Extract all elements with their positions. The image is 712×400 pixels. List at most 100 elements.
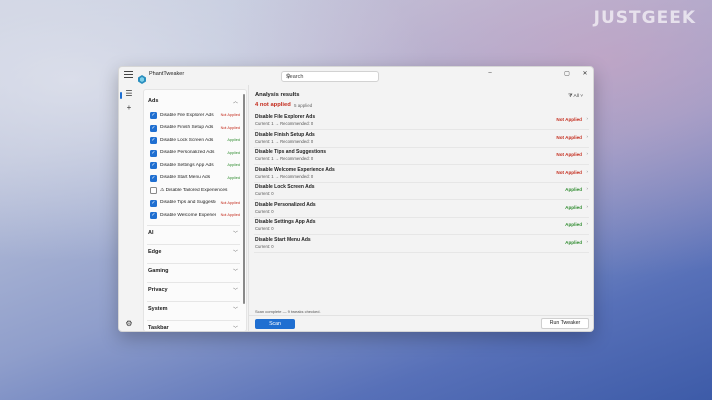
result-row[interactable]: Disable Personalized Ads Current: 0 Appl… (254, 201, 589, 218)
chevron-right-icon[interactable]: › (586, 187, 588, 192)
status-badge: Applied (565, 204, 582, 210)
tweak-item[interactable]: ✓ Disable Settings App Ads Applied (150, 161, 240, 171)
chevron-right-icon[interactable]: › (586, 222, 588, 227)
result-detail: Current: 1 → Recommended: 0 (255, 121, 314, 126)
status-badge: Applied (227, 175, 240, 180)
tweak-item[interactable]: ✓ Disable Tips and Suggestions Not Appli… (150, 199, 240, 209)
add-icon[interactable]: + (124, 103, 134, 113)
checkbox-checked[interactable]: ✓ (150, 212, 157, 219)
watermark-logo: JUSTGEEK (593, 8, 696, 28)
chevron-down-icon[interactable]: ﹀ (233, 325, 238, 331)
app-window: PhantTweaker Search ⚲ – ▢ ✕ ☰ + ⚙ Ads ︿ … (118, 66, 594, 332)
chevron-down-icon[interactable]: ﹀ (233, 230, 238, 237)
result-title: Disable Tips and Suggestions (255, 149, 327, 155)
result-detail: Current: 1 → Recommended: 0 (255, 138, 314, 144)
tweak-label: Disable Start Menu Ads (160, 175, 211, 180)
checkbox-checked[interactable]: ✓ (150, 137, 157, 144)
result-title: Disable Welcome Experience Ads (255, 166, 335, 173)
status-badge: Not Applied (220, 125, 240, 130)
tweak-item[interactable]: ⚠ Disable Tailored Experiences (150, 186, 240, 196)
status-badge: Not Applied (556, 134, 582, 140)
divider (147, 244, 240, 245)
tweak-label: Disable Welcome Experience Ads (160, 212, 216, 218)
chevron-up-icon[interactable]: ︿ (233, 98, 238, 105)
checkbox-unchecked[interactable] (150, 187, 157, 194)
status-badge: Not Applied (556, 152, 582, 157)
result-row[interactable]: Disable Lock Screen Ads Current: 0 Appli… (254, 183, 589, 200)
divider (147, 282, 240, 283)
filter-dropdown[interactable]: ⧩ All ˅ (568, 93, 583, 99)
result-row[interactable]: Disable Tips and Suggestions Current: 1 … (254, 148, 589, 165)
search-input[interactable]: Search ⚲ (281, 71, 379, 82)
checkbox-checked[interactable]: ✓ (150, 124, 157, 132)
tweak-item[interactable]: ✓ Disable Lock Screen Ads Applied (150, 136, 240, 146)
menu-icon[interactable] (124, 71, 133, 80)
chevron-right-icon[interactable]: › (586, 170, 588, 175)
checkbox-checked[interactable]: ✓ (150, 112, 157, 119)
status-badge: Applied (565, 187, 582, 192)
category-ads[interactable]: Ads (148, 98, 158, 104)
chevron-right-icon[interactable]: › (586, 135, 588, 140)
sidebar-scrollbar[interactable] (243, 94, 245, 304)
tweak-item[interactable]: ✓ Disable Start Menu Ads Applied (150, 174, 240, 184)
category-privacy[interactable]: Privacy (148, 287, 168, 293)
checkbox-checked[interactable]: ✓ (150, 174, 157, 182)
tweak-item[interactable]: ✓ Disable Personalized Ads Applied (150, 149, 240, 159)
status-badge: Applied (565, 239, 582, 245)
chevron-right-icon[interactable]: › (586, 117, 588, 122)
result-row[interactable]: Disable Settings App Ads Current: 0 Appl… (254, 218, 589, 235)
checkbox-checked[interactable]: ✓ (150, 149, 157, 157)
divider (147, 225, 240, 226)
chevron-down-icon[interactable]: ﹀ (233, 287, 238, 294)
applied-count: 5 applied (294, 103, 313, 108)
status-badge: Applied (565, 222, 582, 227)
status-badge: Not Applied (220, 200, 240, 205)
result-title: Disable File Explorer Ads (255, 114, 316, 120)
status-badge: Not Applied (556, 117, 582, 122)
chevron-right-icon[interactable]: › (586, 240, 588, 245)
category-system[interactable]: System (148, 306, 168, 312)
result-title: Disable Finish Setup Ads (255, 131, 315, 138)
result-detail: Current: 0 (255, 208, 274, 214)
title-bar: PhantTweaker Search ⚲ – ▢ ✕ (119, 67, 593, 85)
settings-icon[interactable]: ⚙ (124, 319, 134, 329)
result-row[interactable]: Disable Start Menu Ads Current: 0 Applie… (254, 236, 589, 253)
chevron-right-icon[interactable]: › (586, 205, 588, 210)
status-badge: Applied (227, 138, 240, 142)
category-taskbar[interactable]: Taskbar (148, 325, 169, 331)
tweak-item[interactable]: ✓ Disable Welcome Experience Ads Not App… (150, 211, 240, 221)
scan-status-text: Scan complete — 9 tweaks checked. (255, 309, 321, 314)
chevron-down-icon[interactable]: ﹀ (233, 306, 238, 313)
result-row[interactable]: Disable Welcome Experience Ads Current: … (254, 166, 589, 183)
divider (147, 320, 240, 321)
tweak-item[interactable]: ✓ Disable File Explorer Ads Not Applied (150, 111, 240, 121)
category-ai[interactable]: AI (148, 230, 154, 236)
chevron-right-icon[interactable]: › (586, 152, 588, 157)
chevron-down-icon: ˅ (578, 94, 583, 99)
category-edge[interactable]: Edge (148, 249, 161, 255)
minimize-icon[interactable]: – (483, 70, 497, 76)
tweak-label-text: Disable Tailored Experiences (165, 187, 228, 193)
result-row[interactable]: Disable File Explorer Ads Current: 1 → R… (254, 113, 589, 130)
checkbox-checked[interactable]: ✓ (150, 162, 157, 169)
tweaks-list-icon[interactable]: ☰ (124, 89, 134, 99)
run-tweaker-button[interactable]: Run Tweaker (541, 318, 589, 329)
category-gaming[interactable]: Gaming (148, 268, 168, 274)
chevron-down-icon[interactable]: ﹀ (233, 249, 238, 256)
status-badge: Not Applied (220, 113, 240, 117)
tweak-item[interactable]: ✓ Disable Finish Setup Ads Not Applied (150, 124, 240, 134)
close-icon[interactable]: ✕ (578, 70, 592, 77)
scan-button[interactable]: Scan (255, 319, 295, 329)
checkbox-checked[interactable]: ✓ (150, 199, 157, 207)
search-icon[interactable]: ⚲ (286, 73, 375, 80)
result-detail: Current: 1 → Recommended: 0 (255, 156, 314, 161)
divider (147, 301, 240, 302)
maximize-icon[interactable]: ▢ (560, 70, 574, 77)
app-logo-icon (138, 71, 146, 84)
pane-divider (248, 85, 249, 331)
tweak-label: Disable Finish Setup Ads (160, 125, 214, 130)
result-row[interactable]: Disable Finish Setup Ads Current: 1 → Re… (254, 131, 589, 148)
chevron-down-icon[interactable]: ﹀ (233, 268, 238, 275)
tweak-label: Disable Settings App Ads (160, 162, 214, 168)
result-detail: Current: 0 (255, 243, 274, 249)
